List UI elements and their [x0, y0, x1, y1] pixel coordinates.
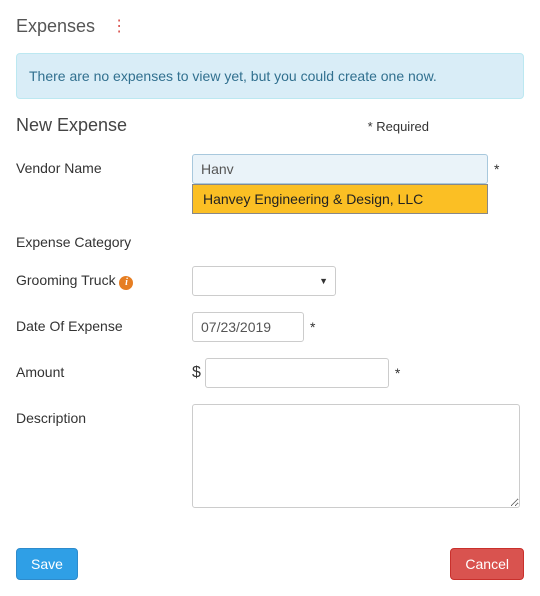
button-row: Save Cancel [16, 548, 524, 580]
alert-message: There are no expenses to view yet, but y… [29, 68, 437, 84]
vendor-asterisk: * [494, 161, 499, 177]
currency-symbol: $ [192, 364, 201, 382]
description-textarea[interactable] [192, 404, 520, 508]
vendor-input[interactable] [192, 154, 488, 184]
save-button[interactable]: Save [16, 548, 78, 580]
page-title: Expenses [16, 16, 95, 37]
date-asterisk: * [310, 319, 315, 335]
cancel-button[interactable]: Cancel [450, 548, 524, 580]
amount-asterisk: * [395, 365, 400, 381]
amount-row: Amount $ * [16, 358, 524, 388]
date-label: Date Of Expense [16, 312, 192, 334]
description-row: Description [16, 404, 524, 508]
category-row: Expense Category [16, 228, 524, 250]
vendor-label: Vendor Name [16, 154, 192, 176]
date-input[interactable] [192, 312, 304, 342]
amount-input[interactable] [205, 358, 389, 388]
vendor-row: Vendor Name * Hanvey Engineering & Desig… [16, 154, 524, 184]
vendor-suggestion[interactable]: Hanvey Engineering & Design, LLC [193, 185, 487, 213]
page-header: Expenses ⋮ [16, 16, 524, 37]
truck-label: Grooming Truck i [16, 266, 192, 290]
info-alert: There are no expenses to view yet, but y… [16, 53, 524, 99]
date-row: Date Of Expense * [16, 312, 524, 342]
section-title: New Expense [16, 115, 127, 136]
category-label: Expense Category [16, 228, 192, 250]
description-label: Description [16, 404, 192, 426]
section-header: New Expense * Required [16, 115, 524, 136]
amount-label: Amount [16, 358, 192, 380]
truck-select[interactable] [192, 266, 336, 296]
kebab-menu-icon[interactable]: ⋮ [111, 19, 127, 35]
vendor-autocomplete: Hanvey Engineering & Design, LLC [192, 184, 488, 214]
required-note: * Required [368, 119, 429, 134]
truck-row: Grooming Truck i ▼ [16, 266, 524, 296]
info-icon[interactable]: i [119, 276, 133, 290]
